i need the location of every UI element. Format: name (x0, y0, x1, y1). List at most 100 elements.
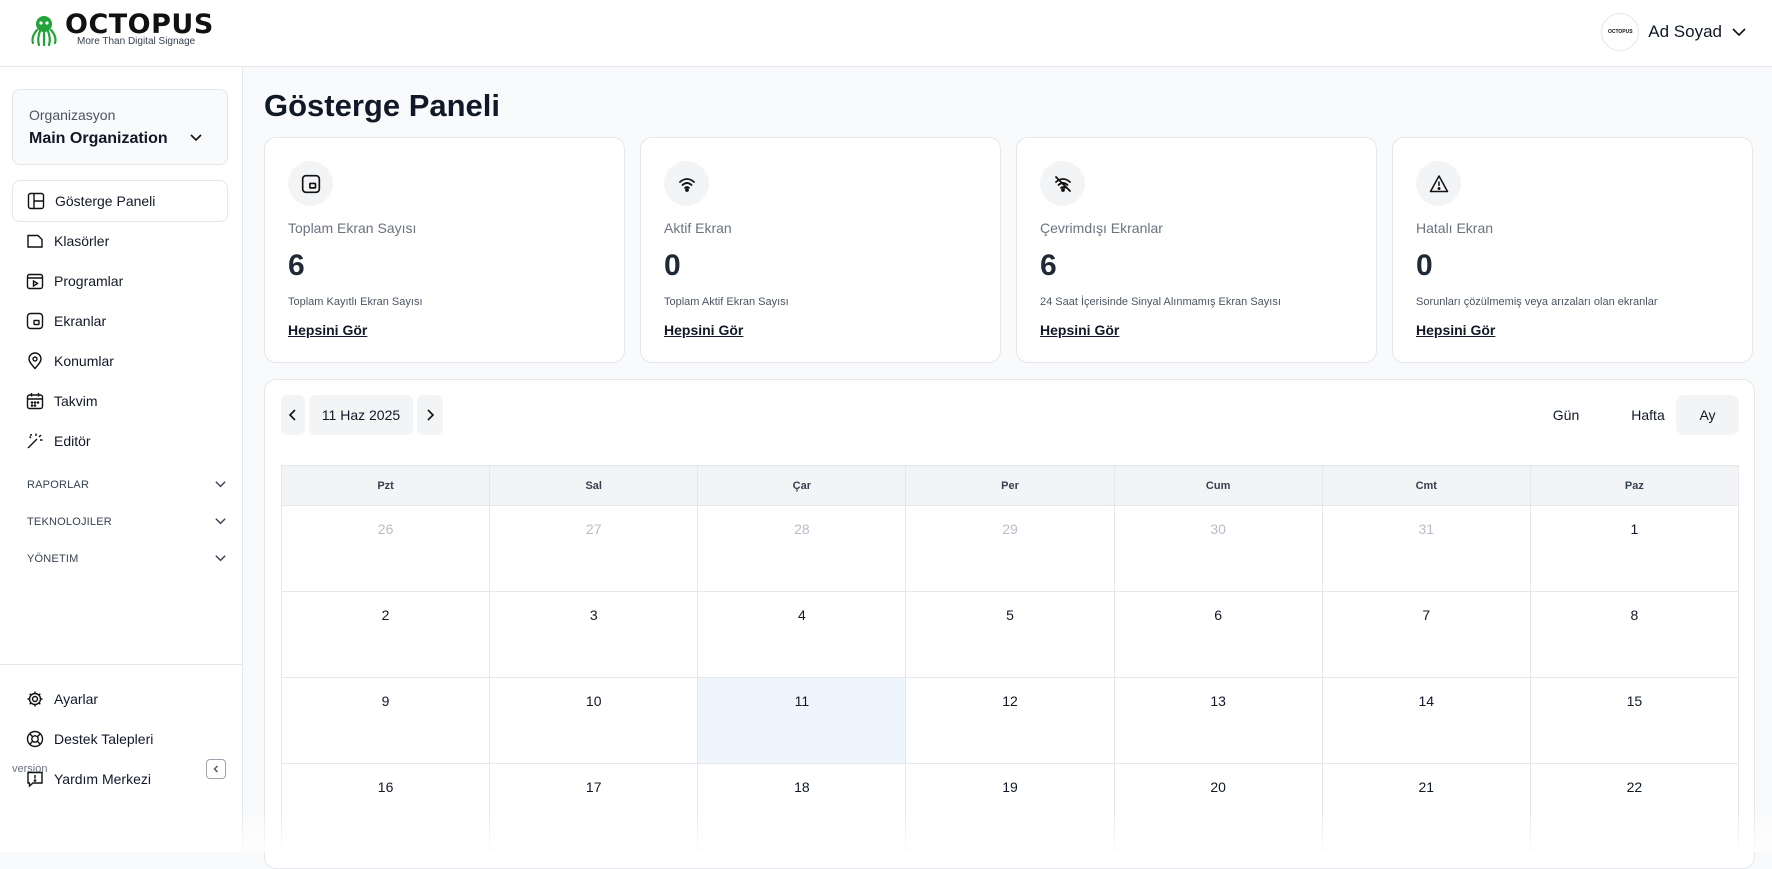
prev-month-button[interactable] (281, 395, 305, 435)
logo-name: OCTOPUS (65, 9, 214, 40)
wifi-icon (664, 161, 709, 206)
card-value: 0 (664, 249, 681, 282)
day-cell[interactable]: 15 (1531, 678, 1738, 763)
card-label: Toplam Ekran Sayısı (288, 220, 417, 236)
day-cell[interactable]: 16 (282, 764, 491, 849)
see-all-link[interactable]: Hepsini Gör (288, 322, 367, 338)
card-description: Toplam Aktif Ekran Sayısı (664, 296, 789, 308)
day-cell[interactable]: 8 (1531, 592, 1738, 677)
day-cell[interactable]: 4 (698, 592, 907, 677)
sidebar-item-folders[interactable]: Klasörler (12, 220, 228, 262)
card-value: 6 (1040, 249, 1057, 282)
card-label: Hatalı Ekran (1416, 220, 1494, 236)
day-cell[interactable]: 5 (906, 592, 1115, 677)
card-description: 24 Saat İçerisinde Sinyal Alınmamış Ekra… (1040, 296, 1281, 308)
card-label: Aktif Ekran (664, 220, 732, 236)
map-pin-icon (28, 352, 42, 370)
logo[interactable]: OCTOPUS More Than Digital Signage (27, 9, 214, 47)
week-row: 16 17 18 19 20 21 22 (282, 764, 1738, 850)
next-month-button[interactable] (417, 395, 443, 435)
day-cell[interactable]: 7 (1323, 592, 1531, 677)
chevron-left-icon (213, 765, 218, 773)
see-all-link[interactable]: Hepsini Gör (1040, 322, 1119, 338)
sidebar: Organizasyon Main Organization Gösterge … (0, 67, 243, 852)
calendar-icon (26, 393, 44, 410)
day-cell[interactable]: 6 (1115, 592, 1323, 677)
sidebar-item-screens[interactable]: Ekranlar (12, 300, 228, 342)
day-cell[interactable]: 18 (698, 764, 907, 849)
day-cell[interactable]: 3 (490, 592, 699, 677)
sidebar-divider (0, 664, 243, 665)
sidebar-item-label: Programlar (54, 273, 124, 289)
day-cell[interactable]: 10 (490, 678, 699, 763)
weekday-label: Sal (490, 466, 699, 505)
section-management[interactable]: YÖNETIM (27, 552, 227, 565)
week-row: 2 3 4 5 6 7 8 (282, 592, 1738, 678)
card-description: Toplam Kayıtlı Ekran Sayısı (288, 296, 423, 308)
sidebar-item-label: Klasörler (54, 233, 110, 249)
weekday-label: Çar (698, 466, 907, 505)
avatar-text: OCTOPUS (1607, 29, 1633, 35)
sidebar-item-label: Destek Talepleri (54, 731, 154, 747)
card-value: 0 (1416, 249, 1433, 282)
sidebar-item-support[interactable]: Destek Talepleri (12, 718, 228, 760)
day-cell[interactable]: 22 (1531, 764, 1738, 849)
screen-icon (26, 312, 44, 330)
section-label: TEKNOLOJILER (27, 515, 112, 528)
sidebar-item-editor[interactable]: Editör (12, 420, 228, 462)
day-cell[interactable]: 21 (1323, 764, 1531, 849)
current-date-display[interactable]: 11 Haz 2025 (309, 395, 413, 435)
day-cell[interactable]: 26 (282, 506, 491, 591)
day-cell[interactable]: 14 (1323, 678, 1531, 763)
collapse-sidebar-button[interactable] (206, 759, 226, 779)
stat-card-active-screens: Aktif Ekran 0 Toplam Aktif Ekran Sayısı … (640, 137, 1001, 363)
view-label: Gün (1552, 407, 1580, 423)
sidebar-item-dashboard[interactable]: Gösterge Paneli (12, 180, 228, 222)
sidebar-item-programs[interactable]: Programlar (12, 260, 228, 302)
day-cell[interactable]: 2 (282, 592, 491, 677)
day-cell[interactable]: 31 (1323, 506, 1531, 591)
section-label: YÖNETIM (27, 552, 79, 565)
sidebar-item-settings[interactable]: Ayarlar (12, 678, 228, 720)
day-cell[interactable]: 9 (282, 678, 491, 763)
day-cell[interactable]: 1 (1531, 506, 1738, 591)
org-label: Organizasyon (29, 107, 116, 123)
day-cell[interactable]: 29 (906, 506, 1115, 591)
version-label: version (12, 763, 48, 775)
view-month-button[interactable]: Ay (1676, 395, 1739, 435)
program-icon (26, 273, 44, 290)
section-technologies[interactable]: TEKNOLOJILER (27, 515, 227, 528)
day-cell[interactable]: 19 (906, 764, 1115, 849)
top-bar: OCTOPUS More Than Digital Signage OCTOPU… (0, 0, 1772, 67)
org-name: Main Organization (29, 130, 168, 147)
view-day-button[interactable]: Gün (1533, 395, 1599, 435)
day-cell[interactable]: 30 (1115, 506, 1323, 591)
weekday-label: Pzt (282, 466, 491, 505)
day-cell[interactable]: 12 (906, 678, 1115, 763)
day-cell[interactable]: 28 (698, 506, 907, 591)
user-menu[interactable]: OCTOPUS Ad Soyad (1601, 13, 1746, 51)
view-label: Ay (1699, 407, 1716, 423)
stat-card-offline-screens: Çevrimdışı Ekranlar 6 24 Saat İçerisinde… (1016, 137, 1377, 363)
week-row: 26 27 28 29 30 31 1 (282, 506, 1738, 592)
sidebar-item-label: Ayarlar (54, 691, 99, 707)
organization-selector[interactable]: Organizasyon Main Organization (12, 89, 228, 165)
sidebar-item-calendar[interactable]: Takvim (12, 380, 228, 422)
chevron-down-icon (190, 134, 202, 142)
day-cell[interactable]: 27 (490, 506, 699, 591)
magic-wand-icon (27, 433, 43, 449)
weekday-label: Paz (1624, 479, 1644, 492)
see-all-link[interactable]: Hepsini Gör (1416, 322, 1495, 338)
weekday-label: Per (906, 466, 1115, 505)
day-cell-today[interactable]: 11 (698, 678, 907, 763)
see-all-link[interactable]: Hepsini Gör (664, 322, 743, 338)
month-grid: Pzt Sal Çar Per Cum Cmt Paz 26 27 28 29 … (281, 465, 1739, 850)
stat-card-total-screens: Toplam Ekran Sayısı 6 Toplam Kayıtlı Ekr… (264, 137, 625, 363)
sidebar-item-locations[interactable]: Konumlar (12, 340, 228, 382)
day-cell[interactable]: 13 (1115, 678, 1323, 763)
card-description: Sorunları çözülmemiş veya arızaları olan… (1416, 296, 1658, 308)
day-cell[interactable]: 20 (1115, 764, 1323, 849)
sidebar-item-label: Editör (54, 433, 91, 449)
section-reports[interactable]: RAPORLAR (27, 478, 227, 491)
day-cell[interactable]: 17 (490, 764, 699, 849)
